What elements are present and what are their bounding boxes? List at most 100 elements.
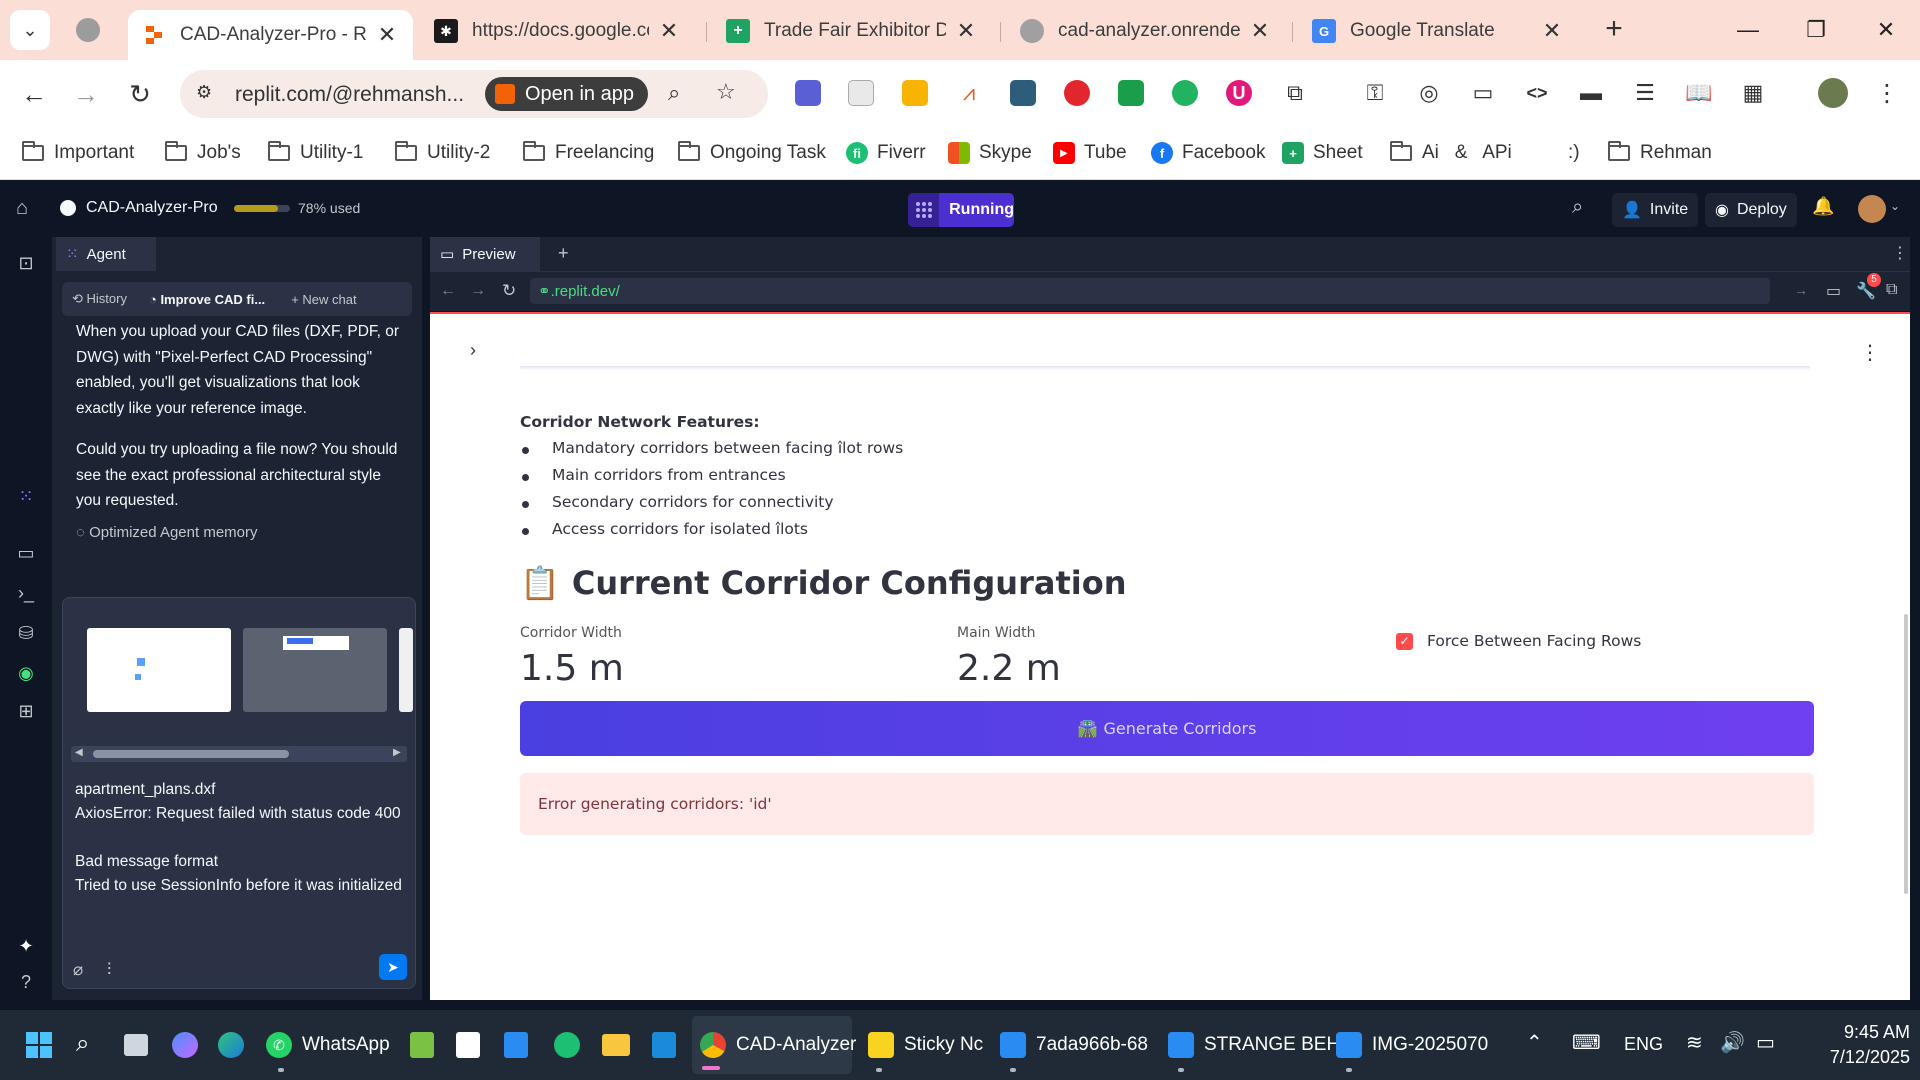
preview-icon[interactable]: ▭ (14, 541, 38, 565)
bookmark-jobs[interactable]: Job's (165, 140, 241, 166)
card-icon[interactable]: ▬ (1578, 80, 1604, 106)
bookmark-utility-1[interactable]: Utility-1 (268, 140, 363, 166)
task-view-icon[interactable] (124, 1034, 148, 1056)
wifi-icon[interactable]: ≋ (1686, 1030, 1703, 1055)
back-icon[interactable]: ← (440, 282, 456, 300)
tab-google-docs[interactable]: ✱ https://docs.google.com ✕ (420, 10, 695, 52)
back-button[interactable]: ← (14, 74, 54, 114)
tab-agent[interactable]: ⁙ Agent (56, 237, 156, 271)
agent-icon[interactable]: ⁙ (14, 484, 38, 508)
bookmark-ongoing-task[interactable]: Ongoing Task (678, 140, 826, 166)
bookmark-rehman[interactable]: Rehman (1608, 140, 1712, 166)
restore-button[interactable]: ❐ (1796, 12, 1836, 48)
force-rows-checkbox[interactable]: ✓ Force Between Facing Rows (1396, 632, 1641, 650)
extension-5-icon[interactable] (1010, 80, 1036, 106)
language-indicator[interactable]: ENG (1624, 1034, 1663, 1055)
database-icon[interactable]: ⛁ (14, 621, 38, 645)
paint-icon[interactable] (456, 1032, 480, 1058)
edge-icon[interactable] (218, 1032, 244, 1058)
bookmark-tube[interactable]: ▶ Tube (1053, 140, 1127, 166)
extension-6-icon[interactable] (1064, 80, 1090, 106)
copilot-icon[interactable] (172, 1032, 198, 1058)
app-menu-icon[interactable]: ⋮ (1860, 340, 1880, 365)
bookmark-facebook[interactable]: f Facebook (1151, 140, 1265, 166)
address-bar[interactable]: ⚙ replit.com/@rehmansh... Open in app ⌕ … (180, 70, 768, 118)
scroll-thumb[interactable] (93, 750, 289, 758)
tab-preview[interactable]: ▭ Preview (430, 237, 540, 271)
open-in-app-button[interactable]: Open in app (485, 77, 648, 111)
notepad-icon[interactable] (410, 1032, 434, 1058)
extension-9-icon[interactable]: U (1226, 80, 1252, 106)
avatar[interactable] (1858, 195, 1886, 223)
profile-avatar[interactable] (1818, 78, 1848, 108)
scroll-left-icon[interactable]: ◀ (75, 747, 83, 758)
extension-2-icon[interactable] (848, 80, 874, 106)
extension-1-icon[interactable] (795, 80, 821, 106)
home-icon[interactable]: ⌂ (16, 197, 28, 220)
generate-corridors-button[interactable]: 🛣️ Generate Corridors (520, 701, 1814, 756)
open-new-window-icon[interactable]: ⧉ (1886, 281, 1897, 299)
taskbar-photo-1[interactable]: 7ada966b-68 (1000, 1027, 1148, 1063)
paperclip-icon[interactable]: ⌀ (73, 960, 83, 980)
reload-icon[interactable]: ↻ (502, 281, 516, 301)
add-tab-icon[interactable]: + (558, 243, 569, 264)
tab-trade-fair[interactable]: + Trade Fair Exhibitor Dat ✕ (712, 10, 992, 52)
device-icon[interactable]: ▭ (1826, 281, 1841, 301)
start-button[interactable] (26, 1032, 52, 1058)
search-icon[interactable]: ⌕ (76, 1030, 89, 1058)
new-tab-button[interactable]: + (1598, 12, 1630, 48)
reading-icon[interactable]: 📖 (1685, 80, 1712, 106)
console-icon[interactable]: ›_ (14, 581, 38, 605)
taskbar-chrome[interactable]: CAD-Analyzer (700, 1027, 856, 1063)
tab-search-button[interactable]: ⌄ (10, 10, 50, 50)
invite-button[interactable]: 👤 Invite (1612, 193, 1699, 227)
send-button[interactable]: ➤ (379, 954, 407, 980)
taskbar-photo-2[interactable]: STRANGE BEH (1168, 1027, 1340, 1063)
bookmark-ai-api[interactable]: Ai & APi (1390, 140, 1512, 166)
composer-text[interactable]: apartment_plans.dxf AxiosError: Request … (75, 778, 405, 898)
volume-icon[interactable]: 🔊 (1720, 1030, 1745, 1055)
clock[interactable]: 9:45 AM 7/12/2025 (1800, 1020, 1910, 1070)
chat-composer[interactable]: ◀ ▶ apartment_plans.dxf AxiosError: Requ… (62, 597, 416, 989)
key-icon[interactable]: ⚿ (1362, 80, 1388, 106)
sparkle-icon[interactable]: ✦ (14, 934, 38, 958)
lens-icon[interactable]: ◎ (1416, 80, 1442, 106)
deploy-button[interactable]: ◉ Deploy (1705, 193, 1797, 227)
run-status-button[interactable]: Running (908, 193, 1014, 227)
bookmark-sheet[interactable]: + Sheet (1282, 140, 1363, 166)
devices-icon[interactable]: ▭ (1470, 80, 1496, 106)
attachment-thumbnail[interactable] (243, 628, 387, 712)
forward-icon[interactable]: → (470, 282, 486, 300)
deploy-icon[interactable]: ◉ (14, 661, 38, 685)
close-icon[interactable]: ✕ (375, 22, 399, 48)
close-icon[interactable]: ✕ (954, 18, 978, 44)
extension-8-icon[interactable] (1172, 80, 1198, 106)
reload-button[interactable]: ↻ (120, 74, 160, 114)
forward-button[interactable]: → (66, 74, 106, 114)
open-route-icon[interactable]: → (1794, 282, 1808, 298)
close-icon[interactable]: ✕ (657, 18, 681, 44)
bookmark-star-icon[interactable]: ☆ (716, 79, 736, 105)
chevron-down-icon[interactable]: ⌄ (1890, 199, 1900, 213)
scroll-right-icon[interactable]: ▶ (393, 747, 401, 758)
fiverr-icon[interactable] (554, 1032, 580, 1058)
settings-sliders-icon[interactable]: ⫶ (107, 960, 111, 980)
bookmark-utility-2[interactable]: Utility-2 (395, 140, 490, 166)
chevron-up-icon[interactable]: ⌃ (1526, 1030, 1543, 1055)
tab-google-translate[interactable]: G Google Translate ✕ (1298, 10, 1578, 52)
more-icon[interactable]: ⋮ (1892, 243, 1908, 263)
sidebar-toggle-icon[interactable]: › (470, 340, 476, 361)
menu-icon[interactable]: ⋮ (1874, 80, 1900, 107)
help-icon[interactable]: ? (14, 970, 38, 994)
extension-7-icon[interactable] (1118, 80, 1144, 106)
battery-icon[interactable]: ▭ (1756, 1030, 1775, 1055)
bookmark-skype[interactable]: Skype (948, 140, 1032, 166)
attachment-thumbnail[interactable] (399, 628, 413, 712)
code-icon[interactable]: <> (1524, 80, 1550, 106)
close-icon[interactable]: ✕ (1248, 18, 1272, 44)
bookmark-freelancing[interactable]: Freelancing (523, 140, 654, 166)
store-icon[interactable] (504, 1032, 528, 1058)
search-icon[interactable]: ⌕ (1572, 196, 1583, 219)
bell-icon[interactable]: 🔔 (1812, 196, 1834, 217)
new-chat-button[interactable]: + New chat (291, 292, 356, 307)
